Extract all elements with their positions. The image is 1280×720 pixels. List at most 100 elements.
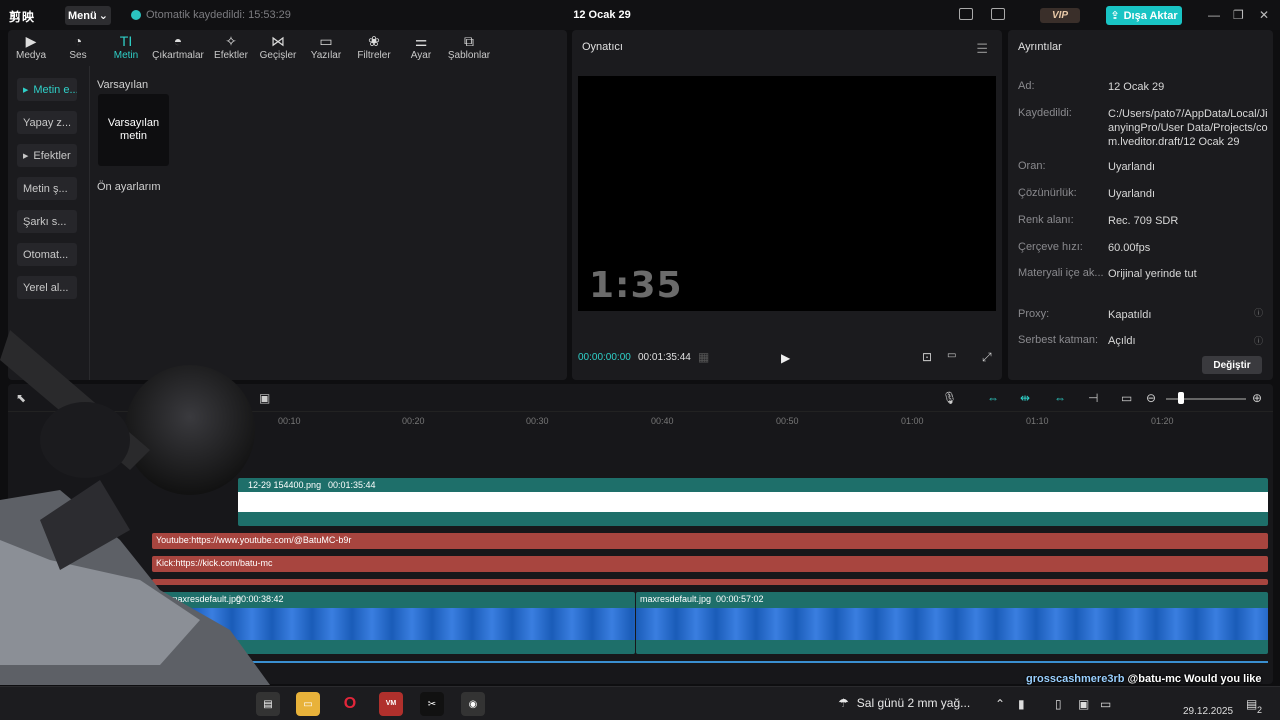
taskview-icon[interactable]: ▤ [256, 692, 280, 716]
detail-key: Oran: [1018, 160, 1046, 172]
mic-icon[interactable]: ▯ [1055, 697, 1062, 711]
notification-icon[interactable]: ▤ [1246, 697, 1257, 711]
zoom-out-icon[interactable]: ⊖ [1146, 391, 1156, 405]
chevron-up-icon[interactable]: ⌃ [995, 697, 1005, 711]
menu-icon[interactable]: ☰ [976, 41, 988, 57]
current-timecode: 00:00:00:00 [578, 352, 631, 363]
opera-icon[interactable]: O [338, 692, 362, 716]
ratio-icon[interactable]: ▭ [947, 350, 956, 361]
ruler-tick: 01:00 [901, 416, 924, 426]
network-icon[interactable]: ▣ [1078, 697, 1089, 711]
shock-mount [40, 402, 130, 478]
tab-media[interactable]: ▶ Medya [14, 30, 48, 66]
text-icon: TI [119, 33, 133, 49]
snap-icon[interactable]: ⇔ [1054, 391, 1066, 405]
clip-thumbnail [238, 492, 1268, 512]
detail-value: 60.00fps [1108, 242, 1151, 254]
microphone-icon[interactable]: 🎙 [942, 391, 957, 405]
default-text-card[interactable]: Varsayılan metin [98, 94, 169, 166]
usb-icon[interactable]: ▮ [1018, 697, 1025, 711]
tab-templates[interactable]: ⧉ Şablonlar [448, 30, 490, 66]
zoom-slider-handle[interactable] [1178, 392, 1184, 404]
play-icon[interactable]: ▶ [781, 351, 790, 365]
tab-audio[interactable]: ◔ Ses [64, 30, 92, 66]
text-clip[interactable]: Youtube:https://www.youtube.com/@BatuMC-… [152, 533, 1268, 549]
close-icon[interactable]: ✕ [1259, 8, 1269, 22]
sidebar: ▶ Metin e... Yapay z... ▶ Efektler Metin ş… [17, 78, 87, 309]
change-button[interactable]: Değiştir [1202, 356, 1262, 374]
sidebar-item-label: Metin ş... [23, 182, 68, 195]
text-clip[interactable] [152, 579, 1268, 585]
restore-icon[interactable]: ❐ [1233, 8, 1244, 22]
split-icon[interactable]: ⊣ [1088, 391, 1098, 405]
title-bar: 剪映 Menü ⌄ Otomatik kaydedildi: 15:53:29 1… [0, 0, 1280, 30]
export-icon: ⇪ [1110, 10, 1120, 22]
detail-key: Materyali içe ak... [1018, 267, 1104, 279]
help-icon[interactable]: ⓘ [1254, 306, 1263, 319]
tab-text[interactable]: TI Metin [110, 30, 142, 66]
sidebar-item-text-styles[interactable]: Metin ş... [17, 177, 77, 200]
monitor-icon[interactable]: ▭ [1100, 697, 1111, 711]
duration-timecode: 00:01:35:44 [638, 352, 691, 363]
link-icon[interactable]: ⇔ [987, 391, 999, 405]
taskbar: ▤ ▭ O VM ✂ ◉ ☂ Sal günü 2 mm yağ... ⌃ ▮ ▯… [0, 686, 1280, 720]
detail-key: Kaydedildi: [1018, 107, 1072, 119]
umbrella-icon: ☂ [838, 696, 849, 710]
chat-username: grosscashmere3rb [1026, 673, 1125, 685]
voicemeeter-icon[interactable]: VM [379, 692, 403, 716]
fullscreen-icon[interactable]: ⤢ [982, 350, 992, 365]
tab-label: Filtreler [357, 50, 391, 61]
sidebar-item-label: Şarkı s... [23, 215, 67, 228]
sidebar-item-auto[interactable]: Otomat... [17, 243, 77, 266]
tab-effects[interactable]: ✧ Efektler [213, 30, 249, 66]
layout-icon[interactable] [991, 8, 1005, 20]
clip-thumbnail [636, 608, 1268, 640]
capcut-icon[interactable]: ✂ [420, 692, 444, 716]
sidebar-item-local[interactable]: Yerel al... [17, 276, 77, 299]
export-button[interactable]: ⇪ Dışa Aktar [1106, 6, 1182, 25]
caret-right-icon: ▶ [23, 152, 29, 160]
player-panel: Oynatıcı ☰ 1:35 00:00:00:00 00:01:35:44 … [572, 30, 1002, 380]
preview-icon[interactable]: ▭ [1121, 391, 1132, 405]
tab-adjust[interactable]: ⚌ Ayar [408, 30, 434, 66]
ruler-tick: 01:20 [1151, 416, 1174, 426]
magnet-icon[interactable]: ⇹ [1020, 391, 1030, 405]
help-icon[interactable]: ⓘ [1254, 334, 1263, 347]
weather-widget[interactable]: ☂ Sal günü 2 mm yağ... [838, 696, 970, 710]
notification-count: 2 [1257, 705, 1263, 715]
detail-key: Çerçeve hızı: [1018, 241, 1083, 253]
tab-captions[interactable]: ▭ Yazılar [310, 30, 342, 66]
sidebar-item-ai[interactable]: Yapay z... [17, 111, 77, 134]
zoom-in-icon[interactable]: ⊕ [1252, 391, 1262, 405]
file-explorer-icon[interactable]: ▭ [296, 692, 320, 716]
waveform-icon: ▦ [698, 350, 710, 364]
tab-stickers[interactable]: ◓ Çıkartmalar [151, 30, 205, 66]
vip-badge[interactable]: VIP [1040, 8, 1080, 23]
main-video-clip[interactable]: 12-29 154400.png 00:01:35:44 [238, 478, 1268, 526]
sidebar-item-text-templates[interactable]: ▶ Metin e... [17, 78, 77, 101]
ruler-tick: 00:10 [278, 416, 301, 426]
text-clip[interactable]: Kick:https://kick.com/batu-mc [152, 556, 1268, 572]
sidebar-item-label: Yapay z... [23, 116, 72, 129]
tab-label: Metin [113, 50, 139, 61]
video-viewer[interactable]: 1:35 [578, 76, 996, 311]
obs-icon[interactable]: ◉ [461, 692, 485, 716]
image-clip[interactable]: maxresdefault.jpg 00:00:57:02 [636, 592, 1268, 654]
sticker-icon: ◓ [173, 33, 183, 49]
tab-label: Şablonlar [447, 50, 491, 61]
detail-value: Kapatıldı [1108, 309, 1152, 321]
tab-transitions[interactable]: ⋈ Geçişler [260, 30, 297, 66]
sidebar-item-lyrics[interactable]: Şarkı s... [17, 210, 77, 233]
ruler-tick: 00:50 [776, 416, 799, 426]
caret-right-icon: ▶ [23, 86, 29, 94]
export-label: Dışa Aktar [1123, 9, 1178, 22]
keyboard-icon[interactable] [959, 8, 973, 20]
section-presets-heading: Ön ayarlarım [97, 181, 161, 193]
fit-icon[interactable]: ⊡ [922, 350, 932, 364]
tab-label: Çıkartmalar [152, 50, 204, 61]
transition-icon: ⋈ [271, 33, 285, 49]
tab-filters[interactable]: ❀ Filtreler [356, 30, 392, 66]
minimize-icon[interactable]: — [1208, 8, 1220, 22]
filter-icon: ❀ [368, 33, 380, 49]
sidebar-item-effects[interactable]: ▶ Efektler [17, 144, 77, 167]
